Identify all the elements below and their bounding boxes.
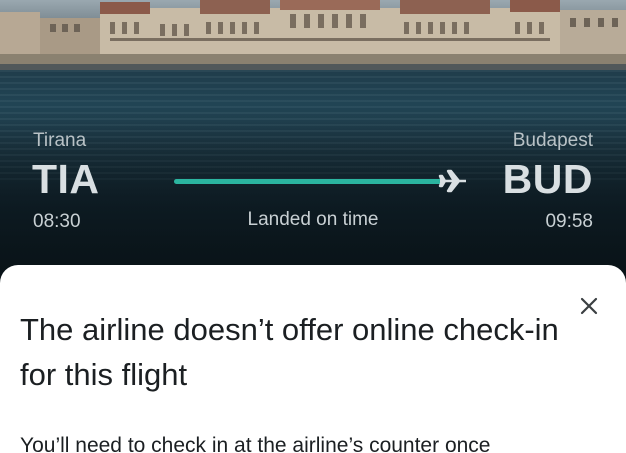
arrival-time: 09:58 — [545, 211, 593, 232]
parliament-building-icon — [0, 0, 626, 70]
origin-airport-code: TIA — [32, 156, 100, 202]
origin-city: Tirana — [33, 130, 87, 151]
close-button[interactable] — [576, 293, 602, 319]
flight-progress-bar — [174, 179, 442, 184]
close-icon — [580, 297, 598, 315]
destination-airport-code: BUD — [502, 156, 593, 202]
sheet-title: The airline doesn’t offer online check-i… — [20, 312, 559, 392]
destination-city: Budapest — [512, 130, 593, 151]
flight-progress-fill — [174, 179, 442, 184]
sheet-body-text: You’ll need to check in at the airline’s… — [20, 434, 491, 453]
airplane-icon — [438, 169, 466, 193]
flight-status: Landed on time — [247, 209, 379, 230]
departure-time: 08:30 — [33, 211, 81, 232]
